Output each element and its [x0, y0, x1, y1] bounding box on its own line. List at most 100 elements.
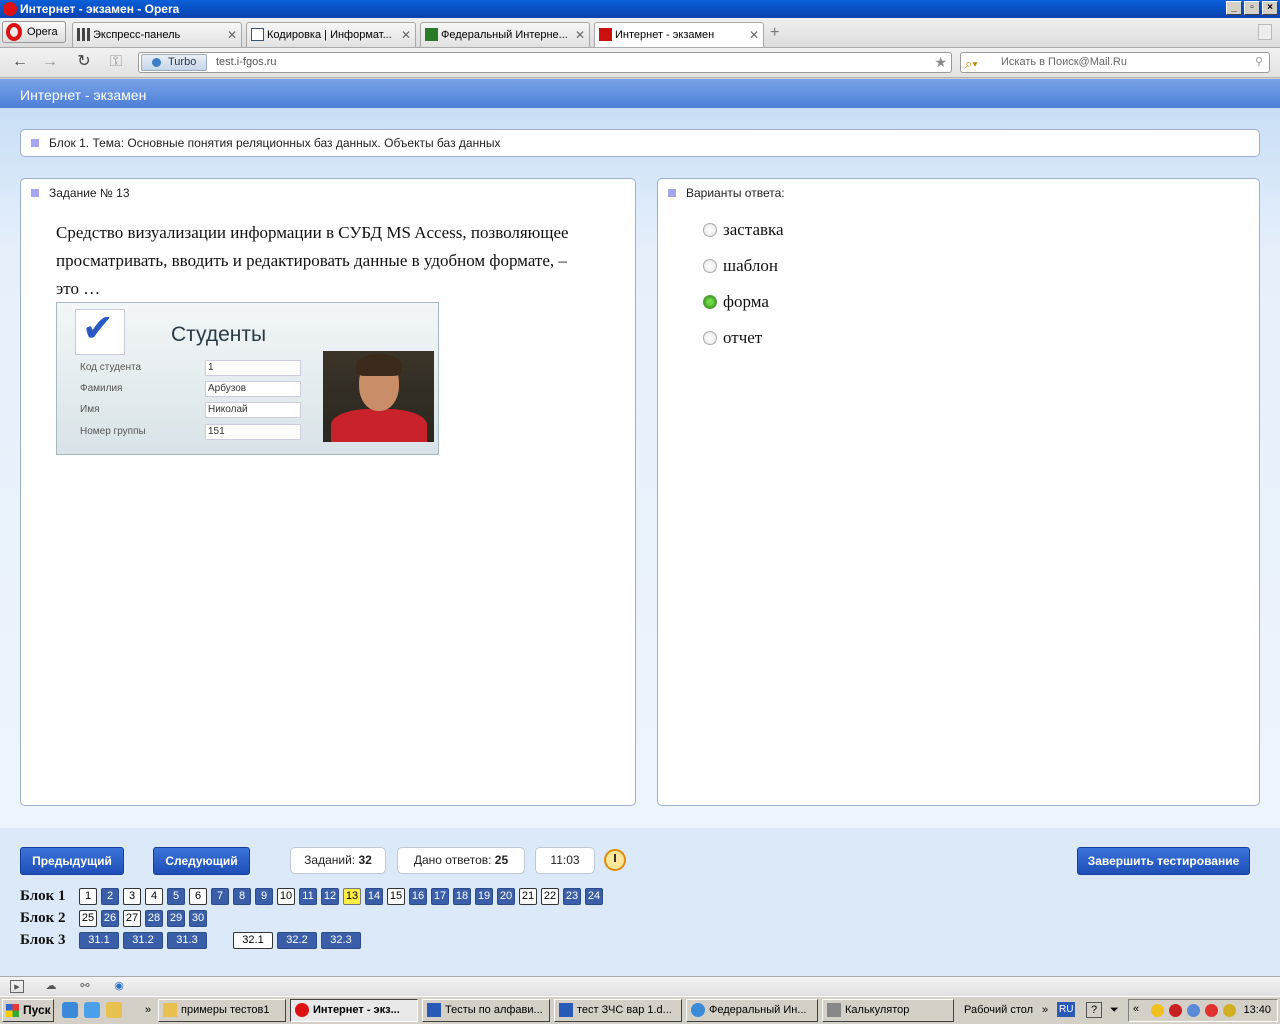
speed-dial-icon[interactable]: ◉: [112, 980, 126, 993]
question-nav-button[interactable]: 11: [299, 888, 317, 905]
pen-icon[interactable]: [1223, 1004, 1236, 1017]
opera-menu-button[interactable]: Opera: [2, 21, 66, 43]
language-indicator[interactable]: RU: [1057, 1002, 1076, 1017]
address-bar[interactable]: Turbo test.i-fgos.ru ★: [138, 52, 952, 73]
tab-express-panel[interactable]: Экспресс-панель ✕: [72, 22, 242, 47]
question-nav-button[interactable]: 10: [277, 888, 295, 905]
help-icon[interactable]: ?: [1086, 1002, 1102, 1018]
toolbar-expand-icon[interactable]: »: [1042, 999, 1048, 1022]
answer-option[interactable]: шаблон: [703, 256, 778, 276]
mail-agent-icon[interactable]: [1205, 1004, 1218, 1017]
cloud-icon[interactable]: ☁: [44, 980, 58, 993]
taskbar-item[interactable]: Калькулятор: [822, 999, 954, 1022]
question-nav-button[interactable]: 18: [453, 888, 471, 905]
forward-arrow-icon[interactable]: →: [40, 52, 60, 72]
question-nav-button[interactable]: 28: [145, 910, 163, 927]
question-nav-button[interactable]: 2: [101, 888, 119, 905]
question-nav-button[interactable]: 31.3: [167, 932, 207, 949]
url-text[interactable]: test.i-fgos.ru: [216, 53, 277, 72]
window-title: Интернет - экзамен - Opera: [20, 2, 180, 16]
bookmark-star-icon[interactable]: ★: [934, 53, 947, 72]
question-nav-button[interactable]: 7: [211, 888, 229, 905]
question-nav-button[interactable]: 6: [189, 888, 207, 905]
taskbar-item-active[interactable]: Интернет - экз...: [290, 999, 418, 1022]
tray-expand-icon[interactable]: «: [1133, 998, 1139, 1021]
question-nav-button[interactable]: 13: [343, 888, 361, 905]
shield-icon[interactable]: [1151, 1004, 1164, 1017]
tab-close-icon[interactable]: ✕: [401, 23, 411, 47]
question-nav-button[interactable]: 27: [123, 910, 141, 927]
question-nav-button[interactable]: 4: [145, 888, 163, 905]
network-icon[interactable]: [1187, 1004, 1200, 1017]
question-nav-button[interactable]: 20: [497, 888, 515, 905]
question-nav-button[interactable]: 32.3: [321, 932, 361, 949]
next-button[interactable]: Следующий: [153, 847, 250, 875]
question-nav-button[interactable]: 12: [321, 888, 339, 905]
search-engine-icon[interactable]: ⌕▾: [965, 54, 978, 73]
question-nav-button[interactable]: 23: [563, 888, 581, 905]
question-nav-button[interactable]: 31.1: [79, 932, 119, 949]
tab-internet-exam[interactable]: Интернет - экзамен ✕: [594, 22, 764, 47]
question-nav-button[interactable]: 17: [431, 888, 449, 905]
start-button[interactable]: Пуск: [2, 999, 54, 1022]
key-icon[interactable]: ⚿: [106, 52, 126, 72]
new-tab-plus-icon[interactable]: +: [770, 24, 779, 42]
radio-button[interactable]: [703, 331, 717, 345]
search-input[interactable]: ⌕▾ Искать в Поиск@Mail.Ru ⚲: [960, 52, 1270, 73]
answer-option[interactable]: заставка: [703, 220, 784, 240]
question-nav-button[interactable]: 32.2: [277, 932, 317, 949]
finish-test-button[interactable]: Завершить тестирование: [1077, 847, 1250, 875]
taskbar-item[interactable]: примеры тестов1: [158, 999, 286, 1022]
question-nav-button[interactable]: 15: [387, 888, 405, 905]
volume-icon[interactable]: ⏷: [1110, 999, 1119, 1022]
search-icon[interactable]: ⚲: [1255, 53, 1263, 72]
answer-option[interactable]: отчет: [703, 328, 762, 348]
tab-federal[interactable]: Федеральный Интерне... ✕: [420, 22, 590, 47]
quicklaunch-expand-icon[interactable]: »: [145, 999, 151, 1022]
radio-button-selected[interactable]: [703, 295, 717, 309]
question-nav-button[interactable]: 32.1: [233, 932, 273, 949]
close-window-button[interactable]: ×: [1262, 1, 1278, 15]
previous-button[interactable]: Предыдущий: [20, 847, 124, 875]
tab-close-icon[interactable]: ✕: [575, 23, 585, 47]
answers-panel: Варианты ответа: заставка шаблон форма о…: [657, 178, 1260, 806]
question-nav-button[interactable]: 22: [541, 888, 559, 905]
question-nav-button[interactable]: 26: [101, 910, 119, 927]
question-nav-button[interactable]: 3: [123, 888, 141, 905]
maximize-button[interactable]: ▫: [1244, 1, 1260, 15]
question-nav-button[interactable]: 1: [79, 888, 97, 905]
ie-quicklaunch-icon[interactable]: [62, 1002, 78, 1018]
minimize-button[interactable]: _: [1226, 1, 1242, 15]
taskbar-item[interactable]: тест ЗЧС вар 1.d...: [554, 999, 682, 1022]
panel-toggle-icon[interactable]: ▸: [10, 980, 24, 993]
taskbar-item[interactable]: Федеральный Ин...: [686, 999, 818, 1022]
tab-close-icon[interactable]: ✕: [227, 23, 237, 47]
turbo-button[interactable]: Turbo: [141, 54, 207, 71]
folder-quicklaunch-icon[interactable]: [106, 1002, 122, 1018]
answer-option[interactable]: форма: [703, 292, 769, 312]
question-nav-button[interactable]: 8: [233, 888, 251, 905]
question-nav-button[interactable]: 30: [189, 910, 207, 927]
question-nav-button[interactable]: 25: [79, 910, 97, 927]
tab-encoding[interactable]: Кодировка | Информат... ✕: [246, 22, 416, 47]
question-nav-button[interactable]: 19: [475, 888, 493, 905]
reload-icon[interactable]: ↻: [74, 52, 94, 72]
question-nav-button[interactable]: 16: [409, 888, 427, 905]
trash-icon[interactable]: [1258, 24, 1272, 40]
question-nav-button[interactable]: 9: [255, 888, 273, 905]
desktop-toolbar-label[interactable]: Рабочий стол: [964, 999, 1033, 1022]
taskbar-item[interactable]: Тесты по алфави...: [422, 999, 550, 1022]
radio-button[interactable]: [703, 223, 717, 237]
back-arrow-icon[interactable]: ←: [10, 52, 30, 72]
question-nav-button[interactable]: 14: [365, 888, 383, 905]
radio-button[interactable]: [703, 259, 717, 273]
tab-close-icon[interactable]: ✕: [749, 23, 759, 47]
share-icon[interactable]: ⚯: [78, 980, 92, 993]
question-nav-button[interactable]: 5: [167, 888, 185, 905]
browser-quicklaunch-icon[interactable]: [84, 1002, 100, 1018]
question-nav-button[interactable]: 24: [585, 888, 603, 905]
question-nav-button[interactable]: 31.2: [123, 932, 163, 949]
question-nav-button[interactable]: 29: [167, 910, 185, 927]
question-nav-button[interactable]: 21: [519, 888, 537, 905]
antivirus-icon[interactable]: [1169, 1004, 1182, 1017]
